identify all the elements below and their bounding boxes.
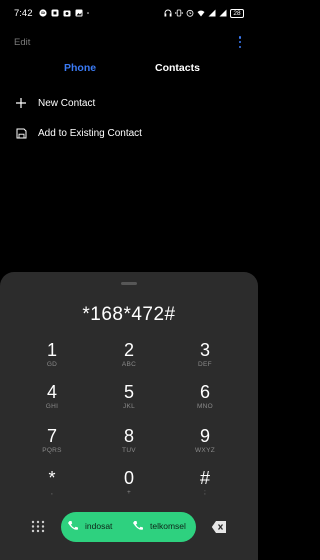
key-letters: ,	[50, 489, 54, 496]
key-digit: #	[199, 468, 210, 488]
sim1-label: indosat	[85, 521, 113, 531]
call-sim1-button[interactable]: indosat	[67, 520, 112, 532]
sim2-label: telkomsel	[150, 521, 186, 531]
key-letters: WXYZ	[195, 447, 215, 454]
dialed-number: *168*472#	[82, 304, 176, 325]
key-letters: JKL	[122, 403, 136, 410]
kebab-menu-icon[interactable]	[236, 35, 244, 49]
call-button-group: indosat telkomsel	[61, 512, 196, 542]
plus-icon	[14, 96, 28, 110]
status-right: 28	[164, 8, 244, 18]
key-digit: 4	[46, 382, 57, 402]
key-4[interactable]: 4 GHI	[22, 382, 82, 418]
key-letters: TUV	[122, 447, 136, 454]
camera-icon	[63, 10, 70, 17]
save-contact-icon	[14, 126, 28, 140]
key-letters: GD	[46, 361, 58, 368]
key-letters: MNO	[196, 403, 214, 410]
key-0[interactable]: 0 +	[99, 468, 159, 504]
key-digit: 1	[46, 340, 57, 360]
key-9[interactable]: 9 WXYZ	[175, 426, 235, 462]
alarm-icon	[186, 9, 194, 17]
headset-icon	[164, 9, 172, 17]
key-digit: 8	[123, 426, 134, 446]
call-sim2-button[interactable]: telkomsel	[132, 520, 186, 532]
key-1[interactable]: 1 GD	[22, 340, 82, 376]
top-bar: Edit	[14, 34, 244, 50]
key-digit: 3	[199, 340, 210, 360]
tab-phone[interactable]: Phone	[64, 62, 96, 74]
key-digit: 5	[123, 382, 134, 402]
dialer-panel: *168*472# 1 GD 2 ABC 3 DEF 4 GHI 5 JKL 6 MNO 7…	[0, 272, 258, 560]
key-letters: ABC	[121, 361, 137, 368]
edit-button[interactable]: Edit	[14, 37, 30, 48]
key-digit: 7	[46, 426, 57, 446]
wifi-icon	[197, 10, 205, 17]
signal-icon	[208, 9, 216, 17]
key-letters: ;	[203, 489, 207, 496]
dialer-actions: indosat telkomsel	[0, 512, 258, 542]
key-star[interactable]: *,	[22, 468, 82, 504]
key-3[interactable]: 3 DEF	[175, 340, 235, 376]
key-letters: GHI	[45, 403, 59, 410]
app-icon	[51, 9, 58, 17]
status-time: 7:42	[14, 7, 33, 19]
tab-contacts[interactable]: Contacts	[155, 62, 200, 74]
add-to-existing-contact-item[interactable]: Add to Existing Contact	[14, 124, 142, 142]
status-left: 7:42	[14, 8, 91, 19]
key-letters: PQRS	[42, 447, 62, 454]
key-hash[interactable]: #;	[175, 468, 235, 504]
key-2[interactable]: 2 ABC	[99, 340, 159, 376]
key-letters: DEF	[198, 361, 212, 368]
add-to-existing-contact-label: Add to Existing Contact	[38, 127, 142, 139]
tab-bar: Phone Contacts	[0, 62, 258, 78]
key-8[interactable]: 8 TUV	[99, 426, 159, 462]
key-6[interactable]: 6 MNO	[175, 382, 235, 418]
phone-icon	[133, 521, 143, 530]
spotify-icon	[38, 9, 47, 17]
dialpad-icon[interactable]	[30, 519, 46, 535]
key-5[interactable]: 5 JKL	[99, 382, 159, 418]
new-contact-label: New Contact	[38, 97, 96, 109]
backspace-icon[interactable]	[211, 520, 227, 534]
key-7[interactable]: 7 PQRS	[22, 426, 82, 462]
key-letters: +	[126, 489, 132, 496]
key-digit: 9	[199, 426, 210, 446]
battery-indicator: 28	[230, 8, 244, 18]
key-digit: 2	[123, 340, 134, 360]
status-bar: 7:42 28	[0, 0, 258, 26]
new-contact-item[interactable]: New Contact	[14, 94, 95, 112]
vibrate-icon	[175, 9, 183, 17]
phone-icon	[68, 521, 78, 530]
key-digit: 6	[199, 382, 210, 402]
gallery-icon	[75, 9, 82, 17]
signal-icon-2	[219, 9, 227, 17]
drag-handle[interactable]	[121, 282, 137, 285]
key-digit: 0	[123, 468, 134, 488]
dot-icon	[86, 12, 89, 14]
key-digit: *	[48, 468, 56, 488]
